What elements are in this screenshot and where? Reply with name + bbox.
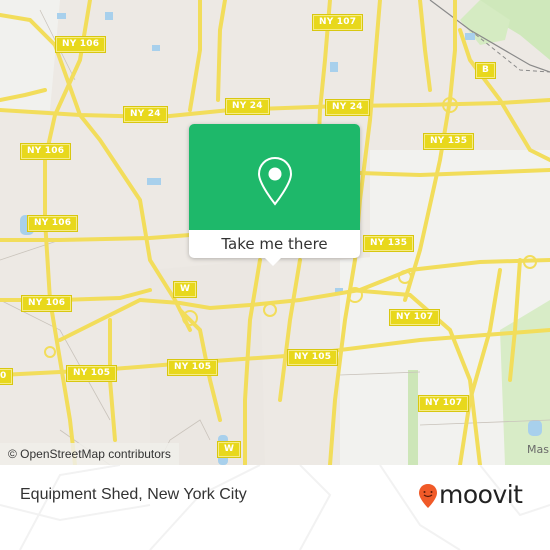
road-shield: W [174,282,197,297]
location-pin-icon [257,156,293,206]
footer: Equipment Shed, New York City moovit [0,465,550,550]
road-shield: NY 135 [424,134,474,149]
road-shield: NY 107 [313,15,363,30]
road-shield: B [476,63,496,78]
road-shield: NY 107 [390,310,440,325]
road-shield: NY 105 [168,360,218,375]
popup-header[interactable] [189,124,360,230]
take-me-there-button[interactable]: Take me there [189,230,360,258]
moovit-wordmark: moovit [439,480,523,509]
road-shield: W [218,442,241,457]
road-shield: 0 [0,369,13,384]
location-title: Equipment Shed, New York City [20,486,247,503]
road-shield: NY 24 [326,100,369,115]
popup-pointer [265,258,281,266]
moovit-pin-icon [419,484,437,508]
road-shield: NY 106 [21,144,71,159]
road-shield: NY 105 [288,350,338,365]
place-label: Mas [527,443,549,456]
road-shield: NY 24 [226,99,269,114]
take-me-there-popup[interactable]: Take me there [189,124,360,258]
road-shield: NY 105 [67,366,117,381]
road-shield: NY 24 [124,107,167,122]
road-shield: NY 106 [22,296,72,311]
road-shield: NY 135 [364,236,414,251]
road-shield: NY 106 [28,216,78,231]
road-shield: NY 107 [419,396,469,411]
road-shield: NY 106 [56,37,106,52]
map-attribution[interactable]: © OpenStreetMap contributors [0,443,179,465]
